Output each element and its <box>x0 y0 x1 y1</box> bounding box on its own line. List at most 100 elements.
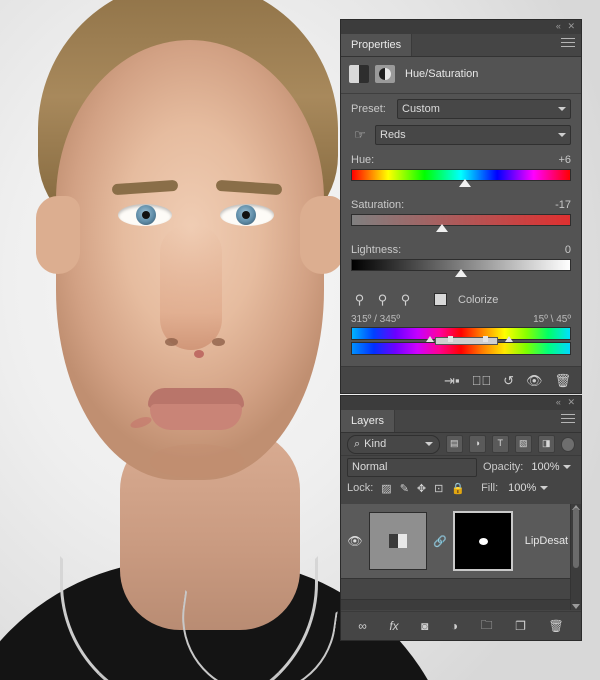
view-previous-state-icon[interactable]: 👁⃨ <box>472 374 492 387</box>
delete-icon[interactable]: 🗑 <box>554 374 571 387</box>
layer-filter-kind-label: Kind <box>364 438 387 450</box>
range-right-handle[interactable] <box>483 336 488 342</box>
eye-icon[interactable]: 👁 <box>347 534 363 548</box>
new-adjustment-layer-icon[interactable]: ◑ <box>451 619 458 633</box>
delete-layer-icon[interactable]: 🗑 <box>548 619 563 633</box>
channel-value: Reds <box>380 129 406 141</box>
chevron-double-left-icon[interactable]: « <box>556 397 563 407</box>
filter-pixel-icon[interactable]: ▤ <box>445 435 463 453</box>
lock-position-icon[interactable]: ✥ <box>417 482 426 495</box>
new-layer-icon[interactable]: ❐ <box>515 619 526 633</box>
filter-adjustment-icon[interactable]: ◑ <box>468 435 486 453</box>
layers-tabrow: Layers <box>341 410 581 433</box>
table-row-background[interactable] <box>341 579 581 600</box>
close-icon[interactable]: ✕ <box>567 397 577 407</box>
blend-mode-select[interactable]: Normal <box>347 457 477 477</box>
filter-shape-icon[interactable]: ▧ <box>514 435 532 453</box>
layer-name[interactable]: LipDesat <box>525 535 568 547</box>
hue-slider[interactable] <box>351 169 571 191</box>
layer-list[interactable]: 👁 🔗 LipDesat <box>341 504 581 610</box>
layers-window-controls[interactable]: « ✕ <box>556 397 577 408</box>
close-icon[interactable]: ✕ <box>567 21 577 31</box>
tab-layers-label: Layers <box>351 415 385 427</box>
colorize-checkbox[interactable] <box>434 293 447 306</box>
table-row[interactable]: 👁 🔗 LipDesat <box>341 504 581 579</box>
hue-thumb[interactable] <box>459 179 472 187</box>
lightness-thumb[interactable] <box>455 269 467 277</box>
properties-header: Hue/Saturation <box>341 57 581 87</box>
hue-value[interactable]: +6 <box>558 154 571 166</box>
preset-row: Preset: Custom <box>341 98 581 120</box>
opacity-label: Opacity: <box>483 461 524 473</box>
opacity-value[interactable]: 100% <box>529 459 572 475</box>
filter-type-icon[interactable]: T <box>491 435 509 453</box>
photo-blemish <box>194 350 204 358</box>
saturation-value[interactable]: -17 <box>555 199 571 211</box>
lock-image-pixels-icon[interactable]: ✎ <box>400 482 409 495</box>
lock-all-icon[interactable]: 🔒 <box>451 482 465 495</box>
fill-value-text: 100% <box>508 482 537 494</box>
lightness-value[interactable]: 0 <box>565 244 571 256</box>
hue-saturation-adjustment-thumbnail[interactable] <box>369 512 427 570</box>
eyedropper-subtract-icon[interactable]: ⚲ <box>397 291 414 308</box>
range-left-handle[interactable] <box>447 336 453 342</box>
properties-window-controls[interactable]: « ✕ <box>556 21 577 32</box>
opacity-value-text: 100% <box>531 461 560 473</box>
photo-ear-left <box>36 196 80 274</box>
saturation-thumb[interactable] <box>436 224 449 232</box>
layers-titlebar[interactable]: « ✕ <box>341 396 581 410</box>
filter-toggle-icon[interactable] <box>560 436 575 452</box>
photo-chin <box>150 444 244 478</box>
eyedropper-icon[interactable]: ⚲ <box>351 291 368 308</box>
saturation-slider[interactable] <box>351 214 571 236</box>
preset-select[interactable]: Custom <box>397 99 571 119</box>
clip-to-layer-icon[interactable]: ⇥▪ <box>444 374 460 387</box>
reset-icon[interactable]: ↺ <box>503 374 514 387</box>
eyedropper-add-icon[interactable]: ⚲ <box>374 291 391 308</box>
range-falloff-right-handle[interactable] <box>505 336 513 342</box>
panel-menu-icon[interactable] <box>561 38 575 50</box>
photo-nose <box>160 225 222 350</box>
layers-panel: « ✕ Layers ⌕ Kind ▤ ◑ T ▧ ◨ Normal Opaci… <box>341 396 581 640</box>
scroll-down-icon[interactable] <box>572 604 580 609</box>
properties-panel: « ✕ Properties Hue/Saturation Preset: Cu… <box>341 20 581 393</box>
layers-scrollbar[interactable] <box>570 504 581 610</box>
toggle-visibility-icon[interactable]: 👁 <box>526 374 543 387</box>
preset-label: Preset: <box>351 103 386 115</box>
range-falloff-left-handle[interactable] <box>425 336 434 342</box>
lightness-slider-head: Lightness: 0 <box>351 244 571 256</box>
photo-nostril-right <box>212 338 225 346</box>
layer-style-fx-icon[interactable]: fx <box>389 619 398 633</box>
link-mask-icon[interactable]: 🔗 <box>433 535 447 548</box>
properties-titlebar[interactable]: « ✕ <box>341 20 581 34</box>
properties-divider <box>341 93 581 94</box>
panel-menu-icon[interactable] <box>561 414 575 426</box>
channel-select[interactable]: Reds <box>375 125 571 145</box>
tab-layers[interactable]: Layers <box>341 410 396 432</box>
chevron-down-icon <box>558 133 566 137</box>
layer-filter-kind-select[interactable]: ⌕ Kind <box>347 434 440 454</box>
lightness-slider[interactable] <box>351 259 571 281</box>
color-range-bars <box>341 327 581 355</box>
fill-value[interactable]: 100% <box>506 480 549 496</box>
range-right-value[interactable]: 15º \ 45º <box>533 314 571 325</box>
scrollbar-thumb[interactable] <box>573 508 579 568</box>
target-adjustment-hand-icon[interactable]: ☞ <box>351 126 369 144</box>
layer-mask-thumbnail[interactable] <box>452 511 513 571</box>
link-layers-icon[interactable]: ∞ <box>358 619 367 633</box>
chevron-double-left-icon[interactable]: « <box>556 21 563 31</box>
properties-footer: ⇥▪ 👁⃨ ↺ 👁 🗑 <box>341 366 581 393</box>
range-left-value[interactable]: 315º / 345º <box>351 314 400 325</box>
new-group-icon[interactable]: 🗀 <box>481 616 493 637</box>
chevron-down-icon <box>424 442 433 446</box>
lightness-slider-block: Lightness: 0 <box>341 244 581 281</box>
search-icon: ⌕ <box>354 437 361 450</box>
filter-smart-object-icon[interactable]: ◨ <box>537 435 555 453</box>
saturation-track[interactable] <box>351 214 571 226</box>
lock-artboard-icon[interactable]: ⊡ <box>434 482 443 495</box>
range-selection-bar[interactable] <box>434 337 499 345</box>
tab-properties[interactable]: Properties <box>341 34 413 56</box>
add-layer-mask-icon[interactable]: ◙ <box>421 619 428 633</box>
lock-transparent-pixels-icon[interactable]: ▨ <box>381 482 391 495</box>
lightness-label: Lightness: <box>351 244 402 256</box>
